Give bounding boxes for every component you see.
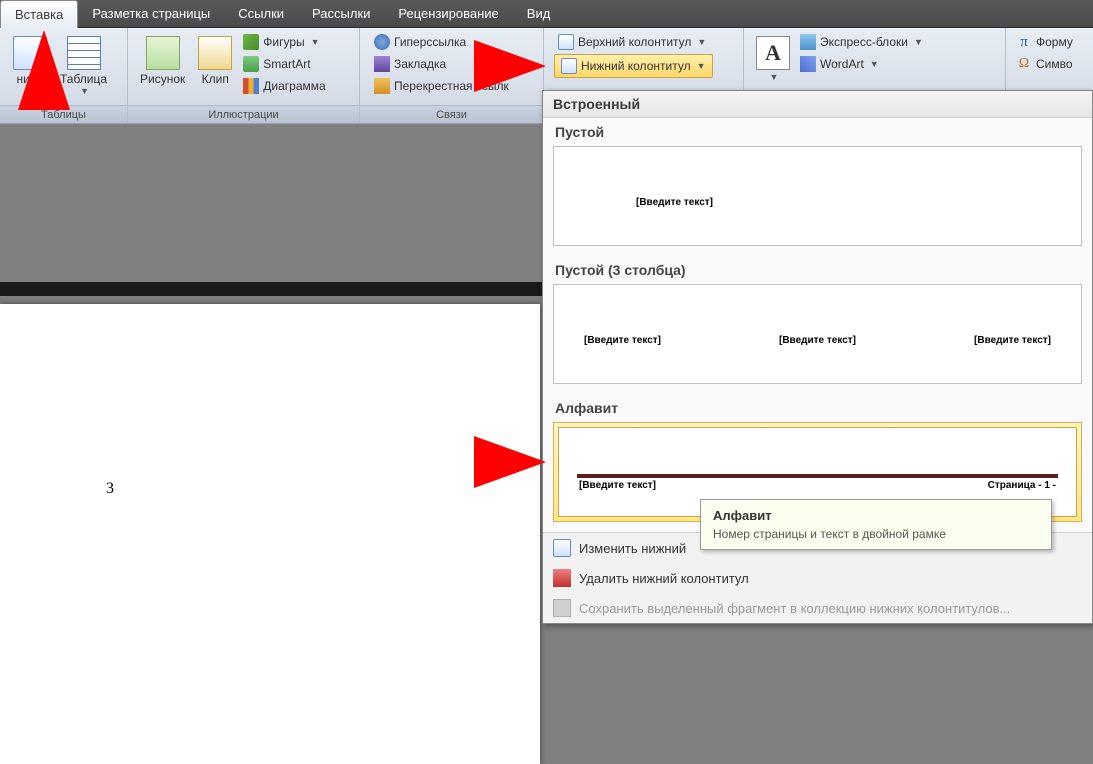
quickparts-label: Экспресс-блоки [820,35,908,49]
arrow-annotation [474,40,546,92]
tab-strip: Вставка Разметка страницы Ссылки Рассылк… [0,0,1093,28]
placeholder-text: [Введите текст] [779,335,856,346]
textbox-button[interactable]: A ▼ [750,30,796,84]
gallery-item-empty3[interactable]: [Введите текст] [Введите текст] [Введите… [553,284,1082,384]
header-button[interactable]: Верхний колонтитул ▼ [554,32,713,52]
picture-icon [146,36,180,70]
chevron-down-icon: ▼ [311,37,320,47]
pi-icon: π [1016,34,1032,50]
clipart-button[interactable]: Клип [191,30,239,88]
save-selection-menuitem: Сохранить выделенный фрагмент в коллекци… [543,593,1092,623]
chevron-down-icon: ▼ [770,72,779,82]
omega-icon: Ω [1016,56,1032,72]
textbox-icon: A [756,36,790,70]
wordart-label: WordArt [820,57,864,71]
chart-button[interactable]: Диаграмма [239,76,329,96]
placeholder-text: [Введите текст] [579,480,656,491]
chevron-down-icon: ▼ [80,86,89,96]
footer-button[interactable]: Нижний колонтитул ▼ [554,54,713,78]
smartart-icon [243,56,259,72]
smartart-button[interactable]: SmartArt [239,54,329,74]
symbol-button[interactable]: Ω Симво [1012,54,1077,74]
tab-mailings[interactable]: Рассылки [298,0,384,27]
picture-label: Рисунок [140,72,185,86]
shapes-label: Фигуры [263,35,304,49]
crossref-icon [374,78,390,94]
page-label: Страница - 1 - [988,480,1056,491]
edit-icon [553,539,571,557]
placeholder-text: [Введите текст] [636,197,713,208]
gallery-item-empty-title: Пустой [543,118,1092,144]
shapes-icon [243,34,259,50]
gallery-section-builtin: Встроенный [543,91,1092,118]
edit-footer-label: Изменить нижний [579,541,686,556]
clipart-label: Клип [202,72,229,86]
delete-icon [553,569,571,587]
remove-footer-label: Удалить нижний колонтитул [579,571,749,586]
table-icon [67,36,101,70]
bookmark-label: Закладка [394,57,446,71]
bookmark-icon [374,56,390,72]
placeholder-text: [Введите текст] [974,335,1051,346]
wordart-button[interactable]: WordArt ▼ [796,54,927,74]
group-links: Связи [360,105,543,123]
remove-footer-menuitem[interactable]: Удалить нижний колонтитул [543,563,1092,593]
shapes-button[interactable]: Фигуры ▼ [239,32,329,52]
tab-references[interactable]: Ссылки [224,0,298,27]
tooltip-body: Номер страницы и текст в двойной рамке [713,527,1039,541]
equation-label: Форму [1036,35,1073,49]
chevron-down-icon: ▼ [697,37,706,47]
chevron-down-icon: ▼ [697,61,706,71]
hyperlink-label: Гиперссылка [394,35,466,49]
tab-insert[interactable]: Вставка [0,0,78,28]
tooltip-title: Алфавит [713,508,1039,523]
chart-icon [243,78,259,94]
chevron-down-icon: ▼ [914,37,923,47]
gallery-item-empty[interactable]: [Введите текст] [553,146,1082,246]
group-illustrations: Иллюстрации [128,105,359,123]
quickparts-icon [800,34,816,50]
picture-button[interactable]: Рисунок [134,30,191,88]
page[interactable]: 3 [0,304,540,764]
arrow-annotation [18,30,70,110]
equation-button[interactable]: π Форму [1012,32,1077,52]
alphabet-rule [577,474,1058,478]
smartart-label: SmartArt [263,57,310,71]
gallery-item-empty3-title: Пустой (3 столбца) [543,256,1092,282]
save-icon [553,599,571,617]
tooltip: Алфавит Номер страницы и текст в двойной… [700,499,1052,550]
save-selection-label: Сохранить выделенный фрагмент в коллекци… [579,601,1010,616]
tab-review[interactable]: Рецензирование [384,0,512,27]
chart-label: Диаграмма [263,79,325,93]
wordart-icon [800,56,816,72]
tab-page-layout[interactable]: Разметка страницы [78,0,224,27]
footer-icon [561,58,577,74]
chevron-down-icon: ▼ [870,59,879,69]
header-icon [558,34,574,50]
link-icon [374,34,390,50]
arrow-annotation [474,436,546,488]
symbol-label: Симво [1036,57,1073,71]
gallery-item-alphabet-title: Алфавит [543,394,1092,420]
clipart-icon [198,36,232,70]
tab-view[interactable]: Вид [513,0,565,27]
header-label: Верхний колонтитул [578,35,691,49]
page-number: 3 [106,480,114,498]
placeholder-text: [Введите текст] [584,335,661,346]
quickparts-button[interactable]: Экспресс-блоки ▼ [796,32,927,52]
footer-label: Нижний колонтитул [581,59,691,73]
